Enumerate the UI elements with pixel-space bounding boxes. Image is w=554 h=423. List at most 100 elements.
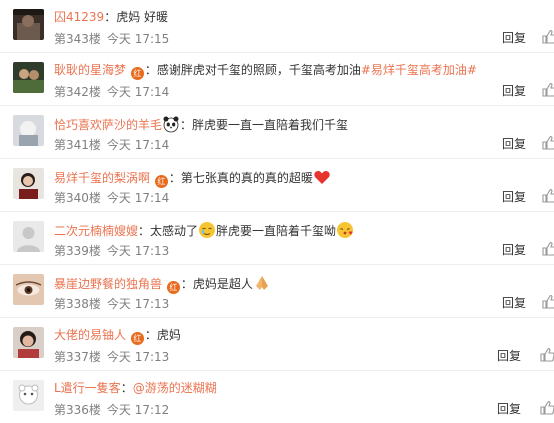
comment-meta: 第337楼 今天 17:13 (54, 350, 169, 364)
comment-meta: 第342楼 今天 17:14 (54, 85, 169, 99)
timestamp: 今天 17:15 (106, 32, 170, 46)
colon: ： (180, 118, 193, 132)
reply-button[interactable]: 回复 (502, 190, 526, 204)
panda-emoji-icon (162, 115, 180, 133)
thumbs-up-icon[interactable] (542, 135, 554, 150)
comment-meta: 第339楼 今天 17:13 (54, 244, 169, 258)
comment-item: 耿耿的星海梦 红：感谢胖虎对千玺的照顾，千玺高考加油#易烊千玺高考加油# 第34… (0, 53, 554, 106)
comment-content: 二次元楠楠嫂嫂：太感动了 胖虎要一直陪着千玺呦 (54, 221, 514, 239)
moved-emoji-icon (198, 221, 216, 239)
avatar[interactable] (13, 9, 44, 40)
thumbs-up-icon[interactable] (542, 241, 554, 256)
username-link[interactable]: 大佬的易铀人 (54, 328, 126, 342)
reply-button[interactable]: 回复 (502, 137, 526, 151)
timestamp: 今天 17:12 (106, 403, 170, 417)
comment-text: 第七张真的真的真的超暖 (180, 171, 313, 185)
comment-item: 暴崖边野餐的独角兽 红：虎妈是超人 第338楼 今天 17:13 回复 (0, 265, 554, 318)
comment-text: 胖虎要一直一直陪着我们千玺 (192, 118, 349, 132)
heart-emoji-icon (313, 168, 331, 186)
badge-icon: 红 (166, 281, 180, 294)
hashtag-link[interactable]: #易烊千玺高考加油# (361, 63, 477, 77)
comment-text: 太感动了 (150, 224, 199, 238)
colon: ： (144, 63, 157, 77)
comment-content: 暴崖边野餐的独角兽 红：虎妈是超人 (54, 274, 514, 294)
floor-number: 第337楼 (54, 350, 101, 364)
comment-content: 囚41239：虎妈 好暖 (54, 9, 514, 25)
reply-button[interactable]: 回复 (502, 84, 526, 98)
timestamp: 今天 17:14 (106, 85, 170, 99)
comment-item: 易烊千玺的梨涡啊 红：第七张真的真的真的超暖 第340楼 今天 17:14 回复 (0, 159, 554, 212)
comment-item: 恰巧喜欢萨沙的羊毛 ：胖虎要一直一直陪着我们千玺 第341楼 今天 17:14 回复 (0, 106, 554, 159)
username-link[interactable]: 暴崖边野餐的独角兽 (54, 277, 162, 291)
comment-meta: 第336楼 今天 17:12 (54, 403, 169, 417)
colon: ： (144, 328, 157, 342)
comment-item: 囚41239：虎妈 好暖 第343楼 今天 17:15 回复 (0, 0, 554, 53)
colon: ： (138, 224, 151, 238)
avatar[interactable] (13, 380, 44, 411)
comment-content: 恰巧喜欢萨沙的羊毛 ：胖虎要一直一直陪着我们千玺 (54, 115, 514, 133)
avatar[interactable] (13, 168, 44, 199)
badge-icon: 红 (130, 332, 144, 345)
comment-text: 虎妈 (156, 328, 181, 342)
avatar[interactable] (13, 327, 44, 358)
floor-number: 第340楼 (54, 191, 101, 205)
colon: ： (120, 381, 133, 395)
comment-content: L遣行一隻客：@游荡的迷糊糊 (54, 380, 514, 396)
comment-list: 囚41239：虎妈 好暖 第343楼 今天 17:15 回复 耿耿的星海梦 红：感… (0, 0, 554, 423)
avatar[interactable] (13, 274, 44, 305)
comment-meta: 第343楼 今天 17:15 (54, 32, 169, 46)
thumbs-up-icon[interactable] (540, 400, 554, 415)
kiss-emoji-icon (336, 221, 354, 239)
floor-number: 第339楼 (54, 244, 101, 258)
timestamp: 今天 17:13 (106, 297, 170, 311)
reply-button[interactable]: 回复 (502, 296, 526, 310)
username-link[interactable]: 易烊千玺的梨涡啊 (54, 171, 150, 185)
username-link[interactable]: 囚41239 (54, 10, 104, 24)
timestamp: 今天 17:13 (106, 350, 170, 364)
comment-item: L遣行一隻客：@游荡的迷糊糊 第336楼 今天 17:12 回复 (0, 371, 554, 423)
reply-button[interactable]: 回复 (502, 31, 526, 45)
comment-text: 胖虎要一直陪着千玺呦 (216, 224, 337, 238)
praying-hands-emoji-icon (253, 274, 271, 292)
comment-meta: 第341楼 今天 17:14 (54, 138, 169, 152)
comment-meta: 第338楼 今天 17:13 (54, 297, 169, 311)
floor-number: 第343楼 (54, 32, 101, 46)
reply-button[interactable]: 回复 (497, 402, 521, 416)
avatar[interactable] (13, 115, 44, 146)
colon: ： (180, 277, 193, 291)
thumbs-up-icon[interactable] (542, 82, 554, 97)
username-link[interactable]: L遣行一隻客 (54, 381, 121, 395)
comment-item: 二次元楠楠嫂嫂：太感动了 胖虎要一直陪着千玺呦 第339楼 今天 17:13 回复 (0, 212, 554, 265)
thumbs-up-icon[interactable] (542, 188, 554, 203)
username-link[interactable]: 恰巧喜欢萨沙的羊毛 (54, 118, 162, 132)
comment-text: 虎妈是超人 (192, 277, 253, 291)
timestamp: 今天 17:14 (106, 191, 170, 205)
floor-number: 第338楼 (54, 297, 101, 311)
comment-content: 易烊千玺的梨涡啊 红：第七张真的真的真的超暖 (54, 168, 514, 188)
timestamp: 今天 17:14 (106, 138, 170, 152)
floor-number: 第342楼 (54, 85, 101, 99)
colon: ： (104, 10, 117, 24)
thumbs-up-icon[interactable] (540, 347, 554, 362)
avatar[interactable] (13, 221, 44, 252)
username-link[interactable]: 二次元楠楠嫂嫂 (54, 224, 138, 238)
comment-content: 大佬的易铀人 红：虎妈 (54, 327, 514, 345)
colon: ： (168, 171, 181, 185)
comment-text: 虎妈 好暖 (116, 10, 169, 24)
username-link[interactable]: 耿耿的星海梦 (54, 63, 126, 77)
badge-icon: 红 (154, 175, 168, 188)
badge-icon: 红 (130, 67, 144, 80)
thumbs-up-icon[interactable] (542, 294, 554, 309)
timestamp: 今天 17:13 (106, 244, 170, 258)
mention-link[interactable]: @游荡的迷糊糊 (133, 381, 217, 395)
comment-text: 感谢胖虎对千玺的照顾，千玺高考加油 (156, 63, 361, 77)
reply-button[interactable]: 回复 (497, 349, 521, 363)
comment-item: 大佬的易铀人 红：虎妈 第337楼 今天 17:13 回复 (0, 318, 554, 371)
avatar[interactable] (13, 62, 44, 93)
floor-number: 第341楼 (54, 138, 101, 152)
comment-meta: 第340楼 今天 17:14 (54, 191, 169, 205)
comment-content: 耿耿的星海梦 红：感谢胖虎对千玺的照顾，千玺高考加油#易烊千玺高考加油# (54, 62, 514, 80)
reply-button[interactable]: 回复 (502, 243, 526, 257)
floor-number: 第336楼 (54, 403, 101, 417)
thumbs-up-icon[interactable] (542, 29, 554, 44)
